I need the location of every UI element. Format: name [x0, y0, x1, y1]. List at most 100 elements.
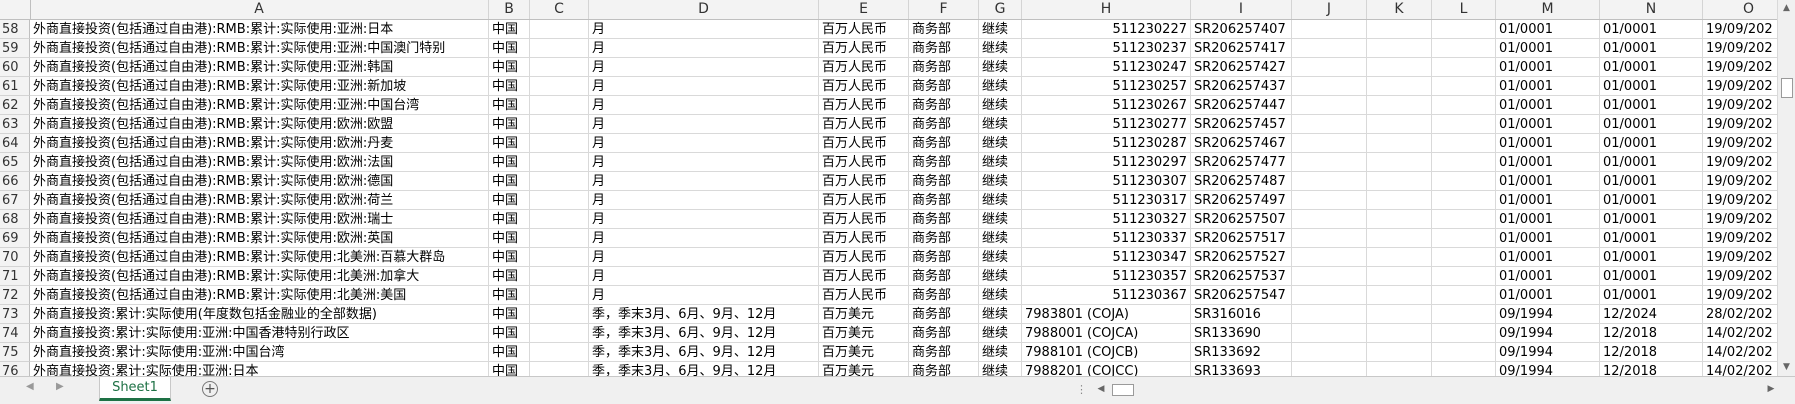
cell-d[interactable]: 月: [589, 248, 819, 267]
column-header-l[interactable]: L: [1432, 0, 1496, 19]
cell-n[interactable]: 01/0001: [1600, 96, 1703, 115]
cell-m[interactable]: 01/0001: [1496, 267, 1600, 286]
row-header[interactable]: 59: [0, 39, 30, 58]
cell-f[interactable]: 商务部: [909, 248, 979, 267]
cell-g[interactable]: 继续: [979, 343, 1022, 362]
cell-m[interactable]: 01/0001: [1496, 77, 1600, 96]
cell-o[interactable]: 19/09/202: [1703, 229, 1778, 248]
cell-n[interactable]: 01/0001: [1600, 267, 1703, 286]
cell-o[interactable]: 19/09/202: [1703, 172, 1778, 191]
row-header[interactable]: 72: [0, 286, 30, 305]
column-header-k[interactable]: K: [1367, 0, 1432, 19]
vertical-scroll-thumb[interactable]: [1781, 78, 1793, 98]
cell-f[interactable]: 商务部: [909, 324, 979, 343]
cell-a[interactable]: 外商直接投资(包括通过自由港):RMB:累计:实际使用:北美洲:加拿大: [30, 267, 489, 286]
cell-i[interactable]: SR133690: [1191, 324, 1292, 343]
cell-b[interactable]: 中国: [489, 20, 530, 39]
cell-f[interactable]: 商务部: [909, 115, 979, 134]
cell-a[interactable]: 外商直接投资(包括通过自由港):RMB:累计:实际使用:欧洲:瑞士: [30, 210, 489, 229]
cell-n[interactable]: 12/2024: [1600, 305, 1703, 324]
cell-l[interactable]: [1432, 267, 1496, 286]
cell-d[interactable]: 月: [589, 39, 819, 58]
cell-a[interactable]: 外商直接投资(包括通过自由港):RMB:累计:实际使用:北美洲:百慕大群岛: [30, 248, 489, 267]
cell-n[interactable]: 01/0001: [1600, 115, 1703, 134]
cell-j[interactable]: [1292, 324, 1367, 343]
cell-c[interactable]: [530, 39, 589, 58]
cell-c[interactable]: [530, 115, 589, 134]
cell-m[interactable]: 01/0001: [1496, 229, 1600, 248]
row-header[interactable]: 65: [0, 153, 30, 172]
cell-c[interactable]: [530, 134, 589, 153]
cell-m[interactable]: 01/0001: [1496, 58, 1600, 77]
cell-h[interactable]: 511230337: [1022, 229, 1191, 248]
row-header[interactable]: 76: [0, 362, 30, 376]
cell-e[interactable]: 百万人民币: [819, 58, 909, 77]
cell-o[interactable]: 19/09/202: [1703, 267, 1778, 286]
column-header-j[interactable]: J: [1292, 0, 1367, 19]
cell-a[interactable]: 外商直接投资(包括通过自由港):RMB:累计:实际使用:欧洲:英国: [30, 229, 489, 248]
cell-j[interactable]: [1292, 153, 1367, 172]
cell-a[interactable]: 外商直接投资(包括通过自由港):RMB:累计:实际使用:亚洲:中国澳门特别: [30, 39, 489, 58]
cell-o[interactable]: 14/02/202: [1703, 343, 1778, 362]
cell-g[interactable]: 继续: [979, 115, 1022, 134]
column-header-m[interactable]: M: [1496, 0, 1600, 19]
cell-i[interactable]: SR133692: [1191, 343, 1292, 362]
cell-e[interactable]: 百万人民币: [819, 115, 909, 134]
cell-e[interactable]: 百万人民币: [819, 286, 909, 305]
cell-n[interactable]: 01/0001: [1600, 191, 1703, 210]
cell-h[interactable]: 511230357: [1022, 267, 1191, 286]
cell-i[interactable]: SR206257437: [1191, 77, 1292, 96]
vertical-scrollbar[interactable]: ▲ ▼: [1777, 0, 1795, 376]
cell-i[interactable]: SR206257407: [1191, 20, 1292, 39]
cell-b[interactable]: 中国: [489, 39, 530, 58]
cell-i[interactable]: SR206257537: [1191, 267, 1292, 286]
cell-d[interactable]: 月: [589, 191, 819, 210]
cell-a[interactable]: 外商直接投资(包括通过自由港):RMB:累计:实际使用:欧洲:法国: [30, 153, 489, 172]
cell-f[interactable]: 商务部: [909, 210, 979, 229]
column-header-a[interactable]: A: [30, 0, 489, 19]
cell-a[interactable]: 外商直接投资(包括通过自由港):RMB:累计:实际使用:亚洲:日本: [30, 20, 489, 39]
horizontal-scrollbar[interactable]: ◀ ▶: [1094, 382, 1778, 397]
cell-f[interactable]: 商务部: [909, 172, 979, 191]
cell-g[interactable]: 继续: [979, 362, 1022, 376]
cell-m[interactable]: 09/1994: [1496, 362, 1600, 376]
cell-b[interactable]: 中国: [489, 362, 530, 376]
cell-e[interactable]: 百万人民币: [819, 191, 909, 210]
cell-l[interactable]: [1432, 191, 1496, 210]
cell-h[interactable]: 511230267: [1022, 96, 1191, 115]
cell-o[interactable]: 19/09/202: [1703, 77, 1778, 96]
cell-o[interactable]: 14/02/202: [1703, 362, 1778, 376]
scroll-left-icon[interactable]: ◀: [1094, 382, 1108, 397]
cell-e[interactable]: 百万人民币: [819, 20, 909, 39]
cell-b[interactable]: 中国: [489, 248, 530, 267]
cell-k[interactable]: [1367, 267, 1432, 286]
cell-n[interactable]: 12/2018: [1600, 343, 1703, 362]
cell-j[interactable]: [1292, 39, 1367, 58]
cell-d[interactable]: 月: [589, 134, 819, 153]
cell-h[interactable]: 511230307: [1022, 172, 1191, 191]
cell-c[interactable]: [530, 343, 589, 362]
cell-e[interactable]: 百万人民币: [819, 96, 909, 115]
cell-h[interactable]: 511230287: [1022, 134, 1191, 153]
cell-k[interactable]: [1367, 58, 1432, 77]
cell-m[interactable]: 09/1994: [1496, 305, 1600, 324]
cell-j[interactable]: [1292, 286, 1367, 305]
cell-k[interactable]: [1367, 305, 1432, 324]
cell-b[interactable]: 中国: [489, 343, 530, 362]
scroll-up-icon[interactable]: ▲: [1778, 0, 1795, 17]
cell-n[interactable]: 01/0001: [1600, 286, 1703, 305]
cell-j[interactable]: [1292, 96, 1367, 115]
cell-m[interactable]: 01/0001: [1496, 172, 1600, 191]
cell-h[interactable]: 511230257: [1022, 77, 1191, 96]
cell-n[interactable]: 01/0001: [1600, 20, 1703, 39]
cell-d[interactable]: 季，季末3月、6月、9月、12月: [589, 343, 819, 362]
cell-o[interactable]: 19/09/202: [1703, 191, 1778, 210]
cell-c[interactable]: [530, 210, 589, 229]
cell-c[interactable]: [530, 172, 589, 191]
cell-g[interactable]: 继续: [979, 191, 1022, 210]
cell-k[interactable]: [1367, 362, 1432, 376]
column-header-e[interactable]: E: [819, 0, 909, 19]
column-header-c[interactable]: C: [530, 0, 589, 19]
cell-j[interactable]: [1292, 248, 1367, 267]
cell-c[interactable]: [530, 248, 589, 267]
